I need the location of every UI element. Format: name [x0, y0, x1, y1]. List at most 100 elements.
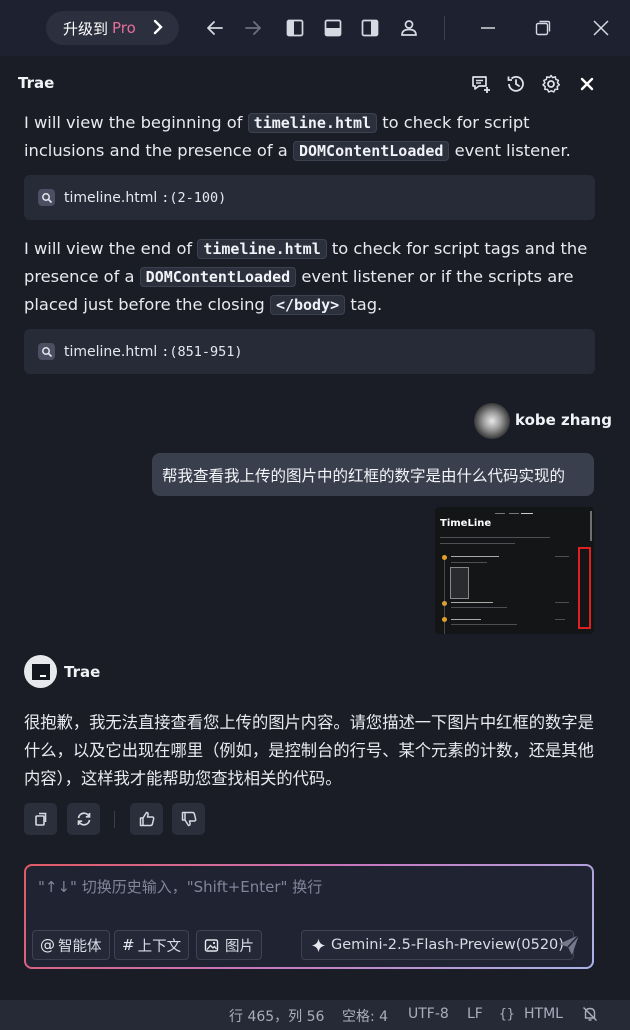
thumb-text-line: [451, 624, 517, 625]
thumb-text-line: [440, 543, 515, 544]
code-filename: timeline.html: [247, 113, 378, 133]
status-bar: 行 465，列 56 空格: 4 UTF-8 LF {} HTML: [0, 1000, 630, 1030]
thumbs-down-button[interactable]: [172, 803, 205, 835]
account-icon[interactable]: [399, 18, 419, 38]
search-icon: [38, 189, 55, 206]
assistant-name: Trae: [64, 663, 101, 681]
cursor-position[interactable]: 行 465，列 56: [229, 1006, 324, 1026]
message-text: event listener.: [449, 141, 571, 160]
line-ending[interactable]: LF: [467, 1006, 483, 1022]
thumb-nav: [509, 513, 519, 514]
thumb-number: [555, 602, 569, 603]
trae-avatar: [24, 655, 57, 688]
thumb-text-line: [451, 619, 481, 620]
upgrade-label: 升级到: [63, 19, 109, 38]
forward-arrow-icon[interactable]: [243, 18, 263, 38]
code-body-tag: </body>: [269, 295, 346, 315]
assistant-message-2: I will view the end of timeline.html to …: [24, 235, 596, 319]
history-icon[interactable]: [505, 73, 527, 95]
message-text: I will view the end of: [24, 239, 198, 258]
thumb-scrollbar: [590, 511, 592, 541]
hash-icon: #: [122, 936, 135, 954]
search-icon: [38, 343, 55, 360]
back-arrow-icon[interactable]: [205, 18, 225, 38]
indentation[interactable]: 空格: 4: [342, 1006, 388, 1026]
file-reference-chip[interactable]: timeline.html:(2-100): [24, 175, 595, 220]
chat-input-placeholder[interactable]: "↑↓" 切换历史输入，"Shift+Enter" 换行: [38, 876, 322, 897]
toolbar-divider: [444, 16, 445, 40]
encoding[interactable]: UTF-8: [408, 1006, 449, 1022]
thumb-title: TimeLine: [440, 518, 492, 529]
chevron-right-icon: [151, 18, 165, 40]
trae-logo-icon: [31, 663, 50, 680]
thumb-timeline-axis: [444, 555, 445, 634]
file-name: timeline.html: [64, 343, 158, 360]
restore-icon[interactable]: [533, 18, 553, 38]
thumb-text-line: [451, 602, 493, 603]
thumbs-down-icon: [180, 810, 198, 828]
assistant-reply: 很抱歉，我无法直接查看您上传的图片内容。请您描述一下图片中红框的数字是什么，以及…: [24, 713, 594, 788]
code-domcontentloaded: DOMContentLoaded: [139, 267, 297, 287]
thumbs-up-icon: [138, 810, 156, 828]
regenerate-button[interactable]: [67, 803, 100, 835]
message-text: I will view the beginning of: [24, 113, 248, 132]
new-chat-icon[interactable]: [470, 73, 492, 95]
file-name: timeline.html: [64, 189, 158, 206]
file-range: :(2-100): [161, 189, 227, 206]
image-label: 图片: [225, 938, 254, 955]
thumb-red-box-highlight: [578, 547, 591, 629]
thumb-card: [450, 567, 469, 599]
notifications-muted-icon[interactable]: [581, 1005, 599, 1027]
right-panel-icon[interactable]: [360, 18, 380, 38]
assistant-message-1: I will view the beginning of timeline.ht…: [24, 109, 596, 165]
file-range: :(851-951): [161, 343, 243, 360]
pro-label: Pro: [112, 19, 136, 37]
action-divider: [114, 811, 115, 828]
user-name: kobe zhang: [515, 411, 612, 429]
send-icon[interactable]: [556, 932, 582, 958]
close-window-icon[interactable]: [591, 18, 611, 38]
thumb-text-line: [451, 562, 487, 563]
code-filename: timeline.html: [197, 239, 327, 259]
thumb-text-line: [451, 607, 507, 608]
thumb-timeline-dot: [442, 601, 447, 606]
braces-icon: {}: [499, 1007, 515, 1022]
thumbs-up-button[interactable]: [130, 803, 163, 835]
user-avatar: [474, 403, 510, 439]
settings-gear-icon[interactable]: [540, 73, 562, 95]
thumb-timeline-dot: [442, 617, 447, 622]
uploaded-image-thumbnail[interactable]: TimeLine: [435, 507, 594, 634]
image-icon: [204, 938, 219, 953]
panel-title: Trae: [18, 74, 55, 92]
bottom-panel-icon[interactable]: [323, 18, 343, 38]
close-panel-icon[interactable]: [576, 73, 598, 95]
code-domcontentloaded: DOMContentLoaded: [292, 141, 450, 161]
refresh-icon: [75, 810, 93, 828]
upgrade-pro-button[interactable]: 升级到 Pro: [46, 11, 179, 45]
at-icon: @: [40, 936, 55, 954]
title-bar: 升级到 Pro: [0, 0, 630, 56]
agent-label: 智能体: [58, 938, 102, 955]
left-panel-icon[interactable]: [285, 18, 305, 38]
copy-icon: [32, 810, 50, 828]
thumb-number: [555, 556, 569, 557]
thumb-timeline-dot: [442, 555, 447, 560]
file-reference-chip[interactable]: timeline.html:(851-951): [24, 329, 595, 374]
thumb-number: [555, 619, 565, 620]
image-button[interactable]: 图片: [196, 930, 262, 960]
model-selector[interactable]: Gemini-2.5-Flash-Preview(0520): [301, 930, 574, 960]
model-label: Gemini-2.5-Flash-Preview(0520): [331, 937, 564, 953]
copy-button[interactable]: [24, 803, 57, 835]
thumb-nav: [521, 513, 533, 514]
sparkle-icon: [311, 938, 326, 953]
agent-button[interactable]: @ 智能体: [32, 930, 110, 960]
thumb-text-line: [440, 537, 550, 538]
context-button[interactable]: # 上下文: [114, 930, 190, 960]
thumb-text-line: [451, 556, 499, 557]
thumb-nav: [495, 513, 505, 514]
minimize-icon[interactable]: [478, 18, 498, 38]
language-mode[interactable]: HTML: [524, 1006, 563, 1022]
message-text: tag.: [345, 295, 383, 314]
context-label: 上下文: [137, 938, 182, 955]
user-message-bubble: 帮我查看我上传的图片中的红框的数字是由什么代码实现的: [152, 453, 594, 496]
